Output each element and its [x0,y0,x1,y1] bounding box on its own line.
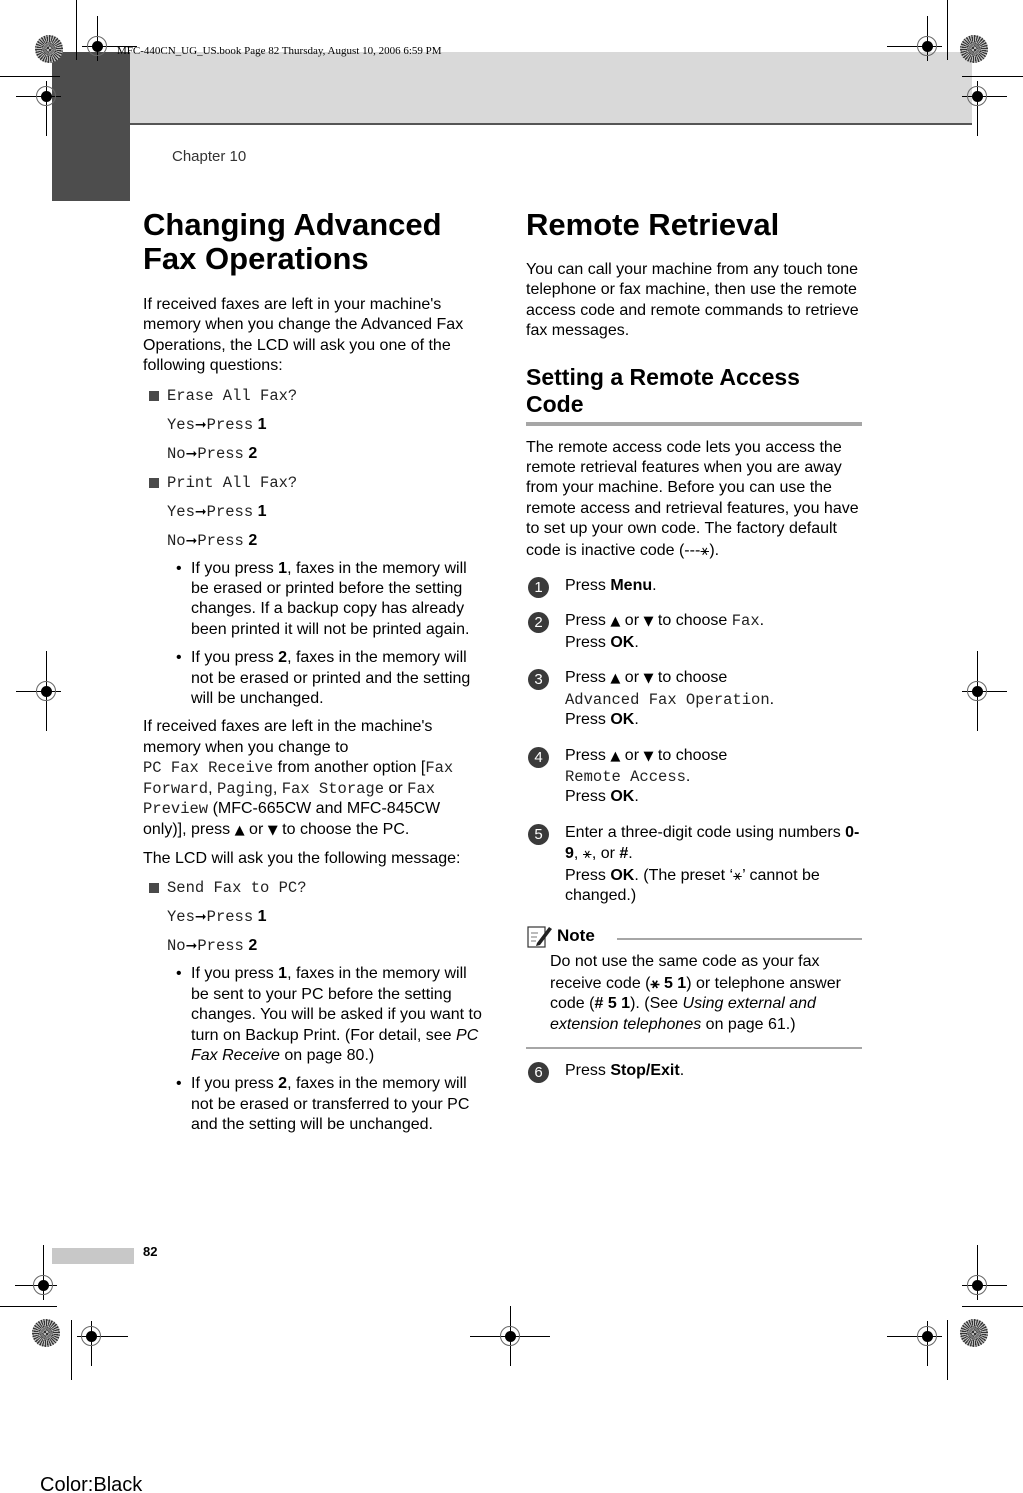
note-pencil-icon [527,926,552,948]
step-number-icon: 1 [528,577,549,599]
intro-paragraph: You can call your machine from any touch… [526,261,859,340]
crop-line [0,76,60,77]
footer-bar [52,1248,134,1264]
book-info: MFC-440CN_UG_US.book Page 82 Thursday, A… [117,45,442,57]
section-title: Changing Advanced Fax Operations [143,207,442,276]
arrow-right-icon: ➞ [194,503,207,520]
note-label: Note [557,926,595,946]
step-2: 2 Press ▲ or ▼ to choose Fax. Press OK. [526,611,862,653]
answer-yes: Yes➞Press 1 [167,502,267,521]
step-5: 5 Enter a three-digit code using numbers… [526,823,862,907]
color-target-icon [960,35,988,63]
header-rule [130,123,972,125]
triangle-up-icon: ▲ [234,822,245,838]
arrow-right-icon: ➞ [185,938,198,955]
star-key-icon: ⚹ [650,973,660,992]
star-key-icon: ⚹ [700,540,710,559]
triangle-up-icon: ▲ [610,748,621,764]
step-6: 6 Press Stop/Exit. [526,1061,862,1083]
chapter-label: Chapter 10 [172,148,247,165]
step-1: 1 Press Menu. [526,576,862,599]
step-4: 4 Press ▲ or ▼ to choose Remote Access. … [526,746,862,808]
crop-line [71,1320,72,1380]
square-bullet-icon [149,477,159,488]
step-number-icon: 4 [528,746,549,768]
crop-line [0,1306,57,1307]
note-end-rule [526,1046,862,1049]
color-target-icon [960,1319,988,1347]
crop-line [947,1320,948,1380]
answer-no: No➞Press 2 [167,531,258,550]
crop-line [962,76,1023,77]
star-key-icon: ⚹ [733,865,743,884]
step-number-icon: 2 [528,612,549,634]
paragraph: If received faxes are left in the machin… [143,718,454,838]
triangle-up-icon: ▲ [610,671,621,687]
answer-yes: Yes➞Press 1 [167,908,267,927]
triangle-down-icon: ▼ [643,614,654,630]
note-box: Note Do not use the same code as your fa… [526,924,862,1049]
step-3: 3 Press ▲ or ▼ to choose Advanced Fax Op… [526,668,862,730]
lcd-question: Send Fax to PC? [143,878,483,898]
crop-line [962,1306,1023,1307]
page-number: 82 [143,1244,158,1259]
list-item: • If you press 2, faxes in the memory wil… [176,649,471,708]
answer-no: No➞Press 2 [167,937,258,956]
intro-paragraph: If received faxes are left in your machi… [143,296,464,375]
arrow-right-icon: ➞ [194,416,207,433]
bullet-list: • If you press 1, faxes in the memory wil… [143,964,483,1135]
arrow-right-icon: ➞ [185,445,198,462]
note-rule [616,938,862,941]
step-number-icon: 3 [528,669,549,691]
crop-line [76,0,77,60]
subsection-title: Setting a Remote Access Code [526,364,862,426]
left-column: Changing Advanced Fax Operations If rece… [143,208,483,1144]
paragraph: The LCD will ask you the following messa… [143,849,461,867]
triangle-down-icon: ▼ [643,748,654,764]
triangle-up-icon: ▲ [610,614,621,630]
step-number-icon: 6 [528,1061,549,1083]
square-bullet-icon [149,390,159,401]
crop-line [947,0,948,60]
lcd-question: Print All Fax? [143,473,483,493]
arrow-right-icon: ➞ [194,909,207,926]
answer-no: No➞Press 2 [167,444,258,463]
paragraph: The remote access code lets you access t… [526,438,859,559]
color-target-icon [32,1319,60,1347]
section-title: Remote Retrieval [526,207,780,242]
color-target-icon [35,35,63,63]
step-number-icon: 5 [528,823,549,845]
chapter-tab-block [52,52,130,201]
arrow-right-icon: ➞ [185,532,198,549]
triangle-down-icon: ▼ [267,822,278,838]
list-item: • If you press 1, faxes in the memory wil… [176,965,482,1064]
star-key-icon: ⚹ [582,844,592,863]
list-item: • If you press 2, faxes in the memory wil… [176,1075,470,1134]
square-bullet-icon [149,883,159,894]
bullet-list: • If you press 1, faxes in the memory wil… [143,559,483,710]
answer-yes: Yes➞Press 1 [167,415,267,434]
lcd-question: Erase All Fax? [143,386,483,406]
right-column: Remote Retrieval You can call your machi… [526,207,862,1083]
note-text: Do not use the same code as your fax rec… [550,953,841,1033]
triangle-down-icon: ▼ [643,671,654,687]
color-label: Color:Black [40,1474,143,1493]
header-band [130,52,972,123]
list-item: • If you press 1, faxes in the memory wil… [176,559,470,638]
